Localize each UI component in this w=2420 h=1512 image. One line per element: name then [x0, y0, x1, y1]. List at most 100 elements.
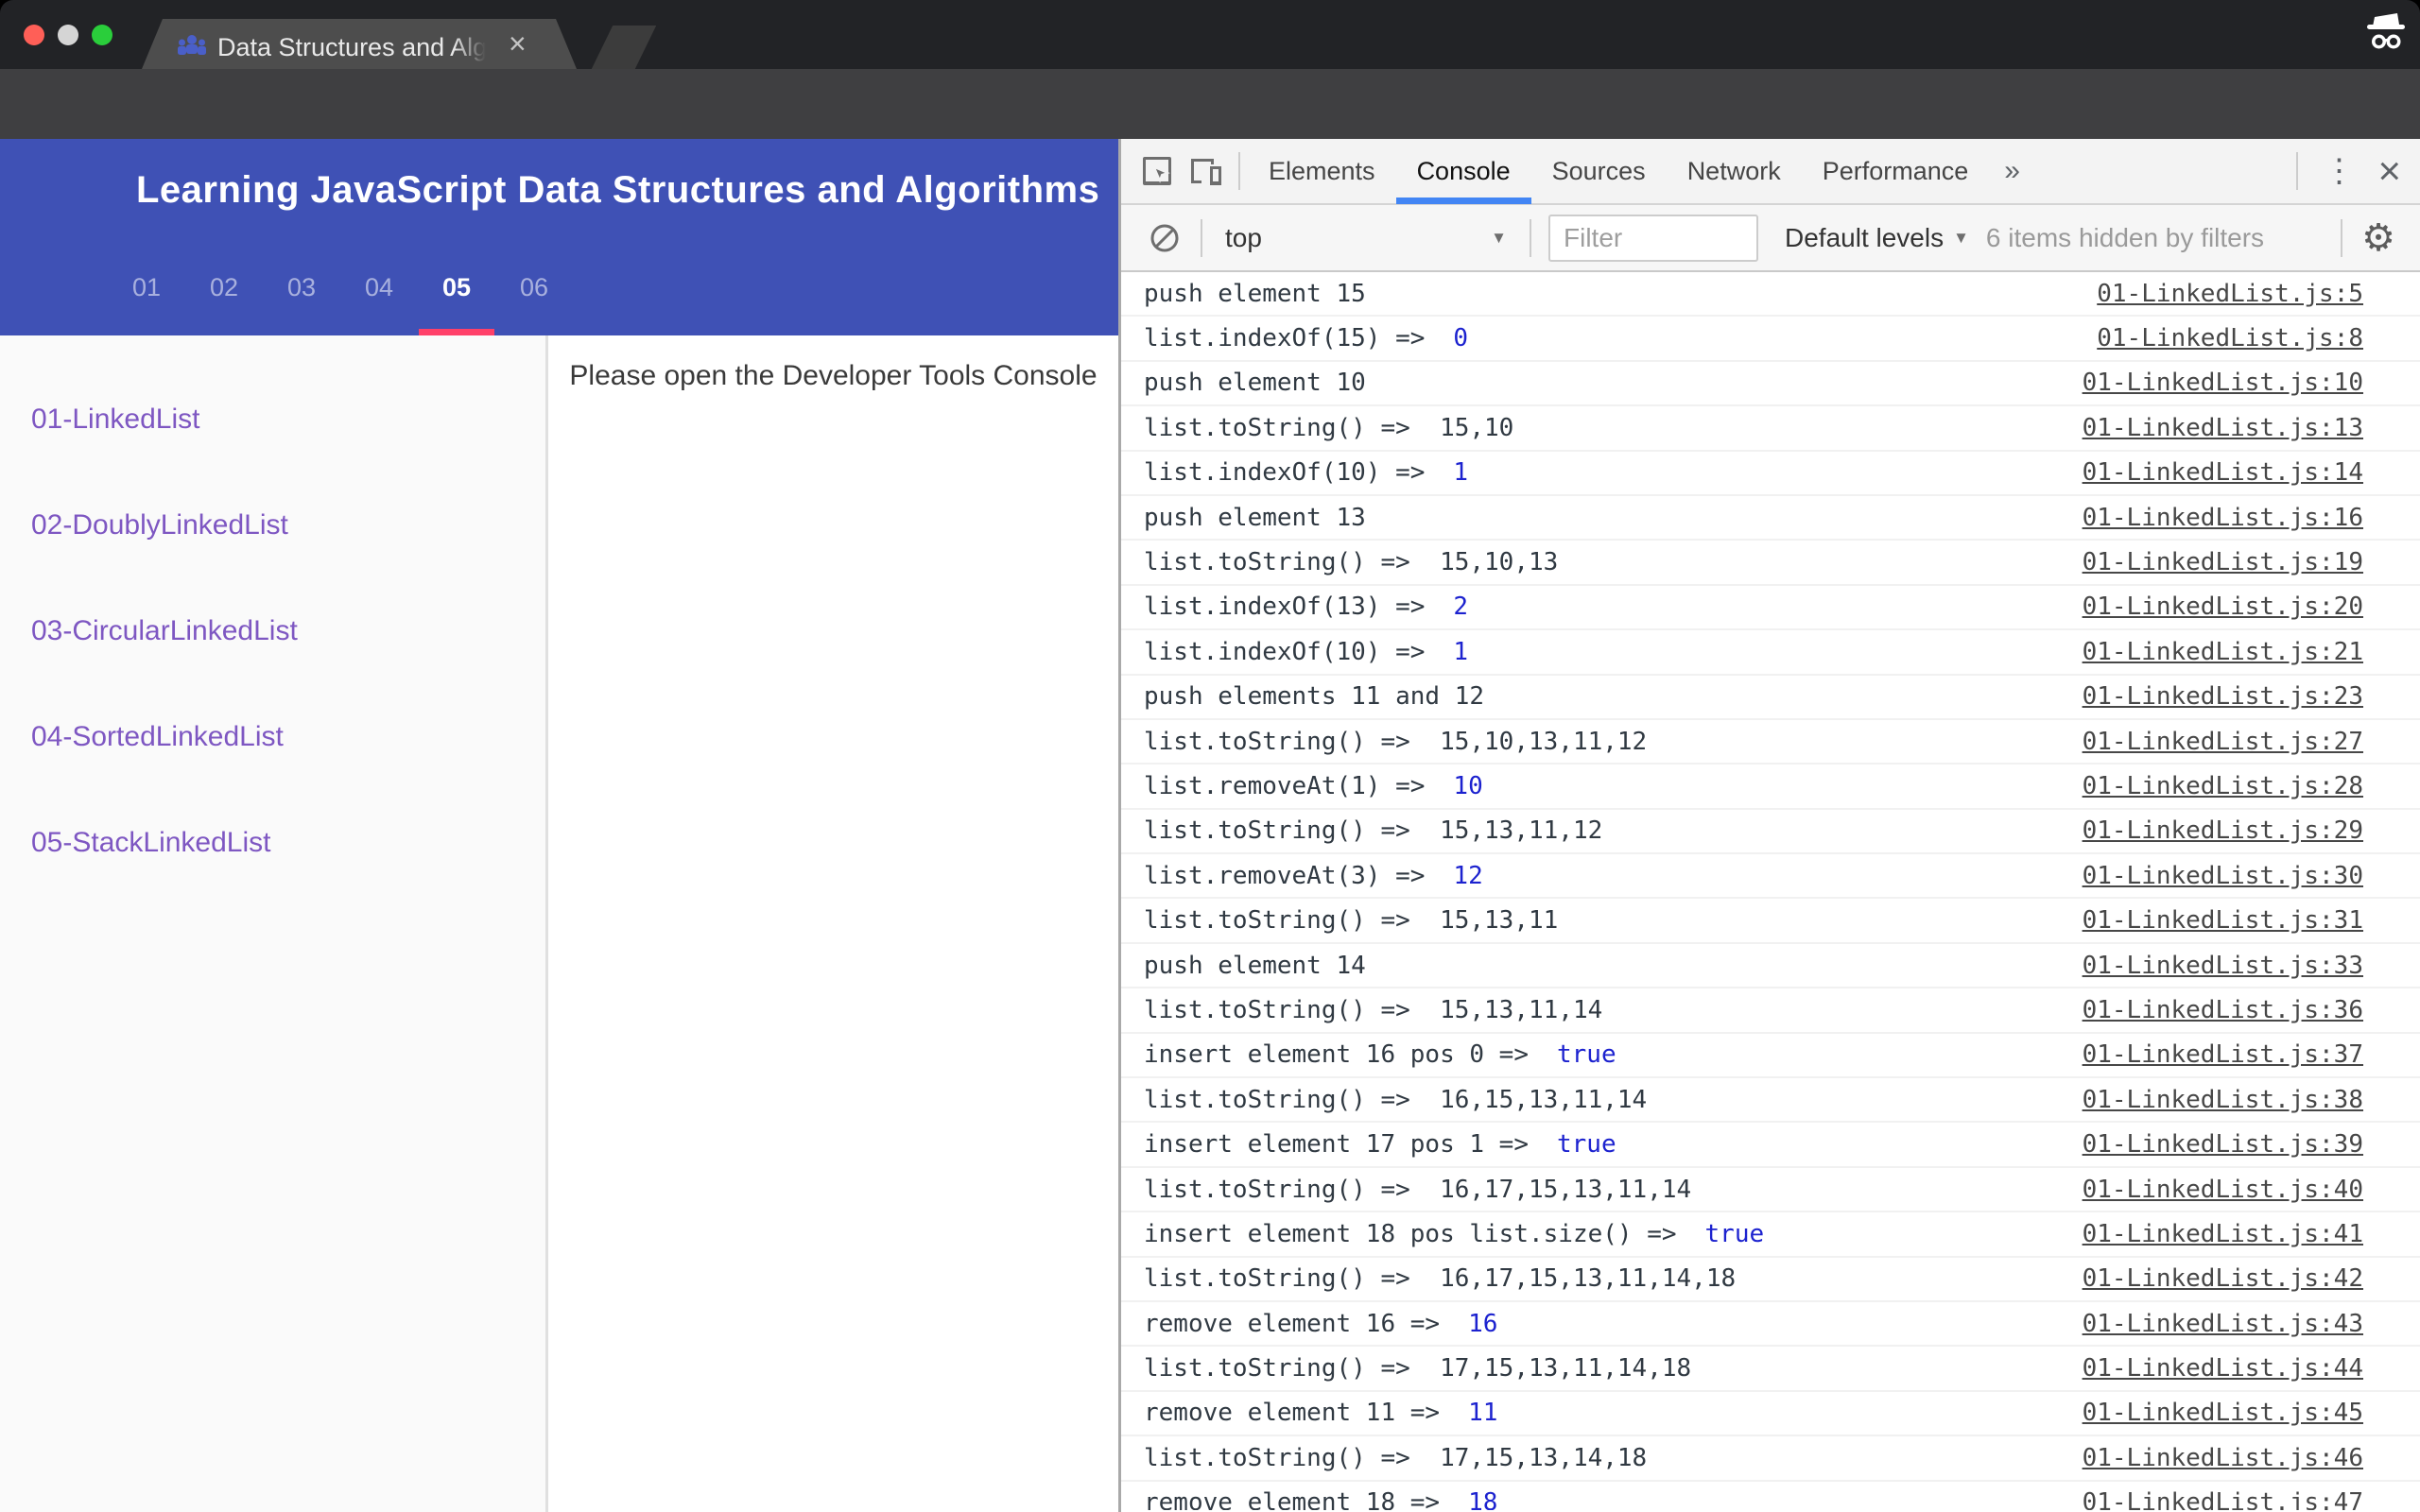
- source-link[interactable]: 01-LinkedList.js:8: [2097, 324, 2363, 352]
- console-row: push element 13 01-LinkedList.js:16: [1121, 496, 2420, 541]
- devtools-menu-icon[interactable]: ⋮: [2306, 152, 2372, 190]
- source-link[interactable]: 01-LinkedList.js:21: [2083, 638, 2363, 666]
- source-link[interactable]: 01-LinkedList.js:29: [2083, 816, 2363, 845]
- console-message: list.toString() => 16,15,13,11,14: [1144, 1086, 1647, 1114]
- source-link[interactable]: 01-LinkedList.js:42: [2083, 1264, 2363, 1293]
- sidebar-link[interactable]: 03-CircularLinkedList: [31, 615, 545, 647]
- window-minimize-button[interactable]: [58, 25, 78, 45]
- devtools-tab[interactable]: Network: [1667, 138, 1802, 204]
- console-message: push element 13: [1144, 504, 1366, 532]
- sidebar-link[interactable]: 02-DoublyLinkedList: [31, 509, 545, 541]
- tab-title-fade: [454, 21, 499, 67]
- sidebar-link[interactable]: 04-SortedLinkedList: [31, 721, 545, 753]
- console-row: list.removeAt(3) => 12 01-LinkedList.js:…: [1121, 854, 2420, 899]
- devtools-panel: ElementsConsoleSourcesNetworkPerformance…: [1118, 139, 2420, 1512]
- console-value: 16: [1468, 1310, 1497, 1338]
- chapter-nav-item[interactable]: 06: [512, 273, 556, 302]
- page-header: Learning JavaScript Data Structures and …: [0, 139, 1118, 335]
- source-link[interactable]: 01-LinkedList.js:27: [2083, 728, 2363, 756]
- toolbar-separator: [1238, 152, 1240, 190]
- chapter-nav-item[interactable]: 01: [125, 273, 168, 302]
- console-message: insert element 18 pos list.size() =>: [1144, 1220, 1677, 1248]
- sidebar-link[interactable]: 01-LinkedList: [31, 404, 545, 436]
- source-link[interactable]: 01-LinkedList.js:36: [2083, 996, 2363, 1024]
- source-link[interactable]: 01-LinkedList.js:14: [2083, 458, 2363, 487]
- clear-console-icon[interactable]: [1150, 223, 1180, 253]
- console-message: insert element 17 pos 1 =>: [1144, 1130, 1529, 1159]
- site-favicon-people-icon: [178, 34, 206, 59]
- chapter-nav: 01 02 03 04 05 06: [125, 273, 556, 302]
- source-link[interactable]: 01-LinkedList.js:20: [2083, 593, 2363, 621]
- toolbar-separator: [1530, 219, 1531, 257]
- window-close-button[interactable]: [24, 25, 44, 45]
- console-row: list.indexOf(15) => 0 01-LinkedList.js:8: [1121, 317, 2420, 361]
- sidebar: 01-LinkedList 02-DoublyLinkedList 03-Circu…: [0, 335, 548, 1512]
- devtools-tab[interactable]: Elements: [1248, 138, 1396, 204]
- console-row: list.removeAt(1) => 10 01-LinkedList.js:…: [1121, 765, 2420, 809]
- source-link[interactable]: 01-LinkedList.js:5: [2097, 280, 2363, 308]
- inspect-element-icon[interactable]: [1132, 138, 1182, 204]
- console-message: list.toString() => 16,17,15,13,11,14: [1144, 1176, 1691, 1204]
- source-link[interactable]: 01-LinkedList.js:10: [2083, 369, 2363, 397]
- sidebar-link[interactable]: 05-StackLinkedList: [31, 827, 545, 859]
- console-hint-message: Please open the Developer Tools Console: [548, 360, 1118, 392]
- console-message: list.toString() => 15,13,11,12: [1144, 816, 1602, 845]
- browser-toolbar: ← → ↻ ⓘ 127.0.0.1:8887 ☆ ⋮: [0, 69, 2420, 139]
- source-link[interactable]: 01-LinkedList.js:31: [2083, 906, 2363, 935]
- device-toolbar-icon[interactable]: [1182, 138, 1231, 204]
- source-link[interactable]: 01-LinkedList.js:19: [2083, 548, 2363, 576]
- source-link[interactable]: 01-LinkedList.js:43: [2083, 1310, 2363, 1338]
- source-link[interactable]: 01-LinkedList.js:30: [2083, 862, 2363, 890]
- source-link[interactable]: 01-LinkedList.js:13: [2083, 414, 2363, 442]
- chapter-nav-item[interactable]: 05: [435, 273, 478, 302]
- source-link[interactable]: 01-LinkedList.js:23: [2083, 682, 2363, 711]
- active-chapter-underline: [419, 329, 494, 335]
- chapter-nav-item[interactable]: 03: [280, 273, 323, 302]
- devtools-tab[interactable]: Performance: [1802, 138, 1990, 204]
- console-message: remove element 16 =>: [1144, 1310, 1440, 1338]
- more-tabs-icon[interactable]: »: [1989, 155, 2035, 187]
- console-message: list.indexOf(15) =>: [1144, 324, 1425, 352]
- source-link[interactable]: 01-LinkedList.js:40: [2083, 1176, 2363, 1204]
- console-row: list.toString() => 17,15,13,14,18 01-Lin…: [1121, 1436, 2420, 1481]
- source-link[interactable]: 01-LinkedList.js:39: [2083, 1130, 2363, 1159]
- source-link[interactable]: 01-LinkedList.js:45: [2083, 1399, 2363, 1427]
- console-value: true: [1557, 1040, 1616, 1069]
- console-row: list.indexOf(10) => 1 01-LinkedList.js:2…: [1121, 630, 2420, 675]
- source-link[interactable]: 01-LinkedList.js:37: [2083, 1040, 2363, 1069]
- console-row: list.toString() => 15,10,13,11,12 01-Lin…: [1121, 720, 2420, 765]
- source-link[interactable]: 01-LinkedList.js:47: [2083, 1488, 2363, 1510]
- console-toolbar: top ▼ Default levels ▼ 6 items hidden by…: [1121, 205, 2420, 272]
- window-zoom-button[interactable]: [92, 25, 112, 45]
- devtools-tab[interactable]: Sources: [1531, 138, 1667, 204]
- log-levels-select[interactable]: Default levels ▼: [1785, 223, 1969, 253]
- console-row: list.toString() => 15,13,11,14 01-Linked…: [1121, 988, 2420, 1033]
- source-link[interactable]: 01-LinkedList.js:44: [2083, 1354, 2363, 1383]
- devtools-close-icon[interactable]: ×: [2372, 151, 2420, 191]
- console-message: list.toString() => 16,17,15,13,11,14,18: [1144, 1264, 1736, 1293]
- filter-input[interactable]: [1548, 215, 1758, 262]
- console-settings-gear-icon[interactable]: ⚙: [2350, 216, 2407, 260]
- console-row: list.toString() => 15,13,11 01-LinkedLis…: [1121, 899, 2420, 943]
- devtools-tab[interactable]: Console: [1396, 138, 1531, 204]
- source-link[interactable]: 01-LinkedList.js:38: [2083, 1086, 2363, 1114]
- console-value: 2: [1453, 593, 1468, 621]
- source-link[interactable]: 01-LinkedList.js:28: [2083, 772, 2363, 800]
- console-row: insert element 16 pos 0 => true 01-Linke…: [1121, 1034, 2420, 1078]
- console-value: 1: [1453, 638, 1468, 666]
- console-message: push element 14: [1144, 952, 1366, 980]
- chapter-nav-item[interactable]: 02: [202, 273, 246, 302]
- console-message: push element 15: [1144, 280, 1366, 308]
- source-link[interactable]: 01-LinkedList.js:16: [2083, 504, 2363, 532]
- hidden-items-info: 6 items hidden by filters: [1986, 223, 2264, 253]
- console-row: list.toString() => 15,10,13 01-LinkedLis…: [1121, 541, 2420, 585]
- source-link[interactable]: 01-LinkedList.js:33: [2083, 952, 2363, 980]
- new-tab-button[interactable]: [592, 26, 656, 69]
- execution-context-select[interactable]: top ▼: [1210, 223, 1522, 253]
- console-message: list.toString() => 15,10,13: [1144, 548, 1558, 576]
- chapter-nav-item[interactable]: 04: [357, 273, 401, 302]
- console-row: push element 10 01-LinkedList.js:10: [1121, 362, 2420, 406]
- tab-close-icon[interactable]: ×: [509, 28, 527, 59]
- source-link[interactable]: 01-LinkedList.js:41: [2083, 1220, 2363, 1248]
- source-link[interactable]: 01-LinkedList.js:46: [2083, 1444, 2363, 1472]
